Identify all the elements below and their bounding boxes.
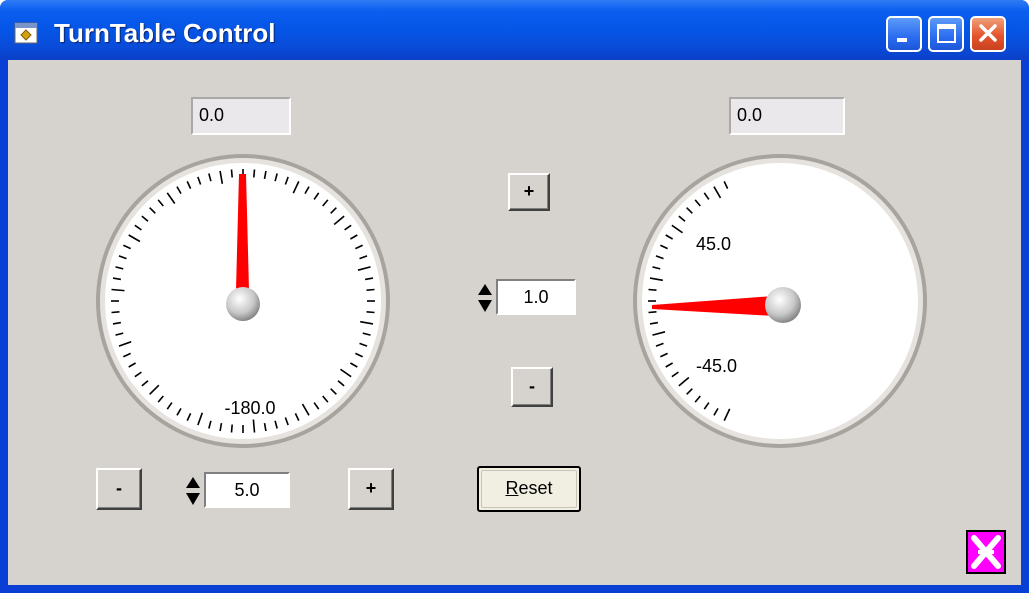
rotate-plus-label: +: [365, 478, 377, 498]
rotate-minus-label: -: [116, 478, 122, 498]
rotate-plus-button[interactable]: +: [348, 468, 394, 510]
reset-label-rest: eset: [518, 478, 553, 498]
tilt-label-upper: 45.0: [696, 234, 731, 254]
left-angle-readout: 0.0: [191, 97, 291, 135]
app-icon: [14, 22, 38, 44]
tilt-plus-button[interactable]: +: [508, 173, 550, 211]
close-button[interactable]: [970, 16, 1006, 52]
close-icon: [979, 24, 997, 42]
exit-icon[interactable]: [966, 530, 1006, 574]
tilt-hub: [765, 287, 801, 323]
window-title: TurnTable Control: [54, 18, 276, 48]
rotate-minus-button[interactable]: -: [96, 468, 142, 510]
dial-tick: [252, 419, 256, 433]
title-bar[interactable]: TurnTable Control: [0, 0, 1029, 60]
dial-tick: [111, 311, 120, 314]
dial-tick: [366, 288, 375, 291]
dial-tick: [230, 169, 233, 178]
maximize-button[interactable]: [928, 16, 964, 52]
dial-label: -180.0: [224, 398, 275, 418]
tilt-minus-button[interactable]: -: [511, 367, 553, 407]
reset-label: Reset: [505, 478, 552, 498]
rotate-spin-arrows[interactable]: [184, 474, 202, 508]
maximize-icon: [937, 24, 956, 43]
reset-mnemonic: R: [505, 478, 519, 498]
rotate-step-field[interactable]: 5.0: [204, 472, 290, 508]
dial-tick: [230, 424, 233, 433]
tilt-step-spinner[interactable]: 1.0: [476, 279, 578, 315]
dial-tick: [648, 311, 657, 314]
tilt-dial[interactable]: 45.0 -45.0: [632, 150, 932, 450]
spin-arrows[interactable]: [476, 281, 494, 315]
minimize-icon: [897, 38, 907, 42]
dial-tick: [111, 288, 125, 292]
right-angle-readout: 0.0: [729, 97, 845, 135]
rotation-dial[interactable]: -180.0: [95, 150, 395, 450]
reset-button[interactable]: Reset: [477, 466, 581, 512]
dial-hub: [226, 287, 260, 321]
dial-tick: [366, 311, 375, 314]
tilt-minus-label: -: [529, 376, 535, 396]
turntable-window: TurnTable Control 0.0 0.0 -180.0 45.0 -4…: [0, 0, 1029, 593]
tilt-step-field[interactable]: 1.0: [496, 279, 576, 315]
tilt-label-lower: -45.0: [696, 356, 737, 376]
rotate-step-spinner[interactable]: 5.0: [184, 472, 290, 508]
dial-tick: [253, 169, 256, 178]
tilt-plus-label: +: [523, 181, 535, 201]
dial-tick: [648, 288, 657, 291]
minimize-button[interactable]: [886, 16, 922, 52]
